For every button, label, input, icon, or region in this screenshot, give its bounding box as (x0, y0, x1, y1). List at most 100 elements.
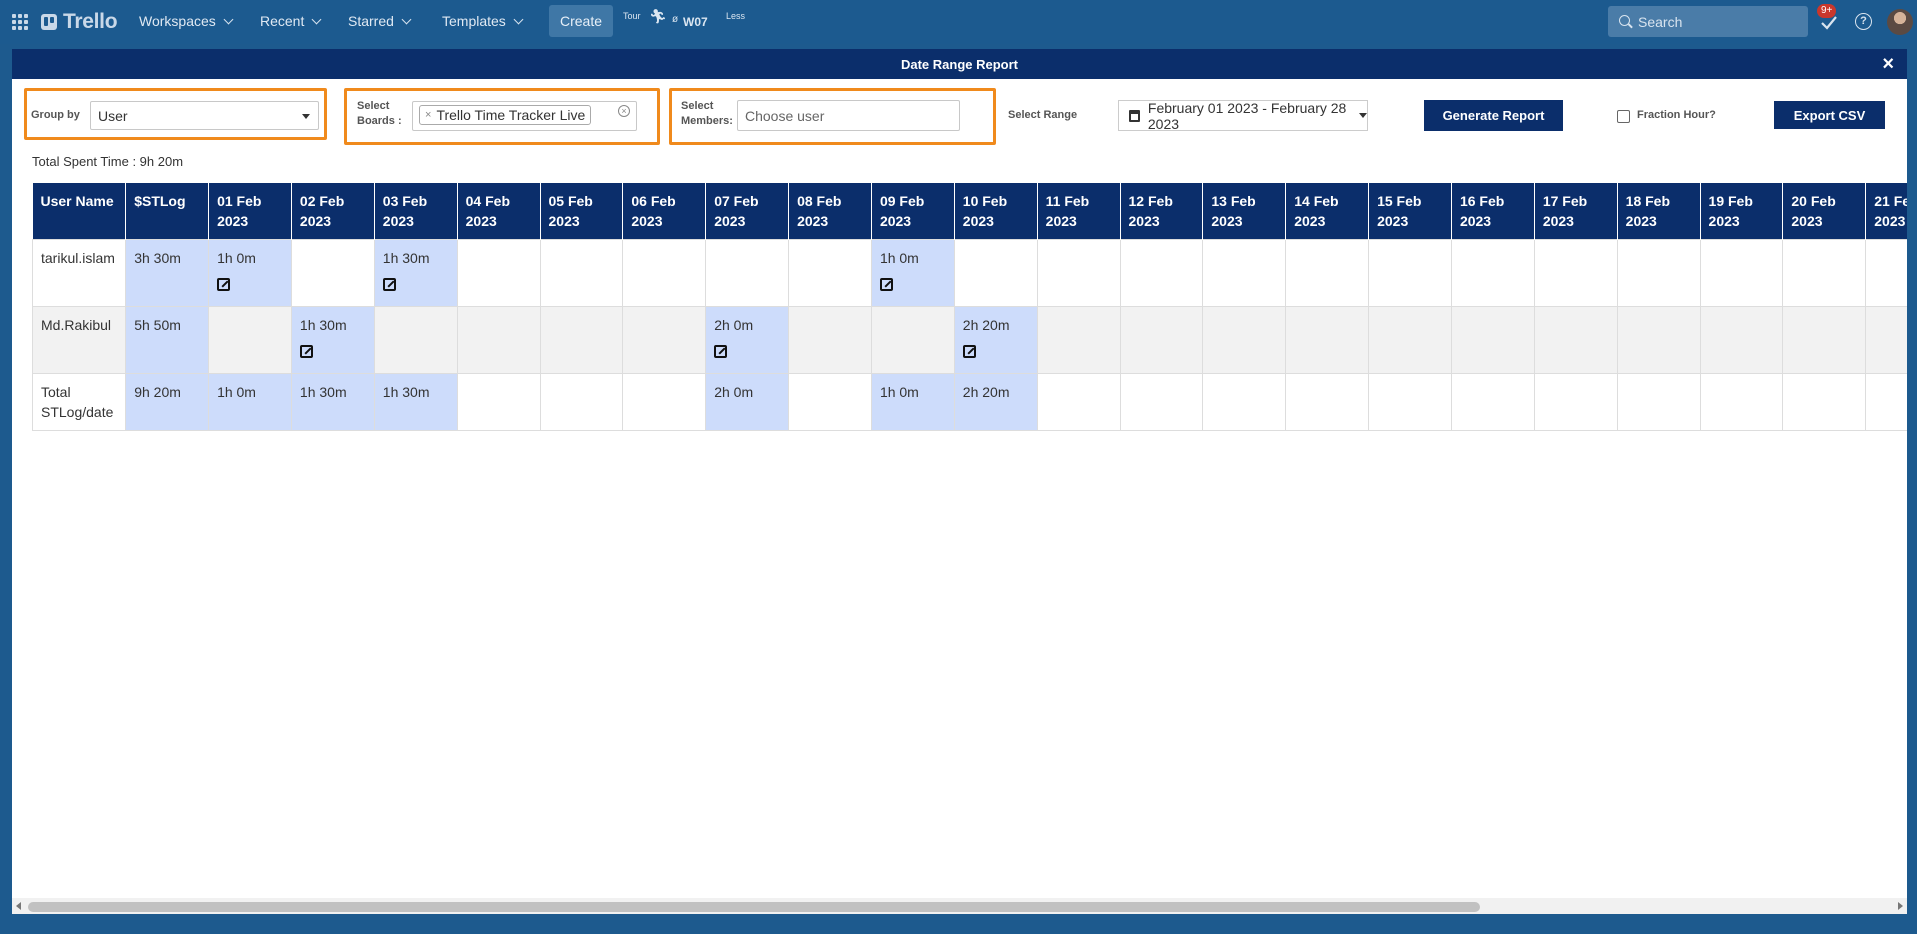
search-icon (1619, 15, 1630, 26)
column-header: 05 Feb 2023 (540, 183, 624, 239)
export-csv-button[interactable]: Export CSV (1774, 101, 1885, 129)
column-header-line2: 2023 (1045, 213, 1077, 229)
column-header-line1: 20 Feb (1791, 193, 1836, 209)
column-header-line2: 2023 (1294, 213, 1326, 229)
time-value: 2h 20m (962, 316, 1010, 333)
column-header: 09 Feb 2023 (871, 183, 955, 239)
edit-icon[interactable] (217, 277, 231, 291)
time-cell (1285, 372, 1370, 431)
column-header: 16 Feb 2023 (1451, 183, 1535, 239)
time-cell: 1h 30m (290, 305, 375, 374)
time-cell (1202, 305, 1287, 374)
date-range-picker[interactable]: February 01 2023 - February 28 2023 (1118, 99, 1368, 132)
column-header-line1: 16 Feb (1459, 193, 1505, 209)
scroll-left-arrow-icon[interactable] (16, 902, 21, 910)
column-header-line2: 2023 (1459, 213, 1492, 229)
time-value: 1h 0m (217, 383, 256, 400)
column-header: $STLog (125, 183, 210, 239)
calendar-icon (1129, 109, 1140, 122)
time-cell (456, 305, 541, 374)
chevron-down-icon (401, 14, 412, 24)
column-header-line1: 04 Feb (465, 193, 510, 209)
time-cell (1782, 238, 1867, 307)
edit-icon[interactable] (962, 344, 976, 358)
time-cell (705, 238, 790, 307)
fraction-hour-checkbox[interactable] (1617, 110, 1630, 123)
column-header-line2: 2023 (1874, 213, 1906, 229)
time-cell (788, 372, 872, 431)
create-button[interactable]: Create (549, 5, 613, 37)
time-cell (539, 238, 624, 307)
time-value: 2h 20m (962, 383, 1010, 400)
column-header: 17 Feb 2023 (1534, 183, 1618, 239)
generate-report-button[interactable]: Generate Report (1424, 100, 1563, 131)
column-header-line1: 09 Feb (879, 193, 925, 209)
members-input[interactable]: Choose user (737, 100, 960, 131)
apps-grid-icon[interactable] (12, 14, 28, 30)
edit-icon[interactable] (879, 277, 893, 291)
time-cell: 1h 30m (373, 238, 458, 307)
edit-icon[interactable] (382, 277, 396, 291)
select-boards-label-line1: Select (357, 100, 390, 112)
help-icon[interactable]: ? (1855, 13, 1872, 30)
nav-starred[interactable]: Starred (348, 13, 412, 29)
time-cell (1202, 238, 1287, 307)
time-value: 2h 0m (714, 383, 754, 400)
select-range-label: Select Range (1008, 109, 1078, 121)
column-header-line1: 08 Feb (797, 193, 842, 209)
clear-icon[interactable]: × (618, 105, 630, 117)
nav-starred-label: Starred (348, 13, 394, 29)
time-cell (1368, 305, 1452, 374)
less-link[interactable]: Less (726, 11, 745, 21)
time-cell: 2h 20m (953, 305, 1038, 374)
search-input[interactable]: Search (1608, 6, 1808, 37)
select-boards-input[interactable]: × Trello Time Tracker Live × (412, 101, 637, 131)
column-header-line1: 14 Feb (1294, 193, 1339, 209)
column-header-line2: 2023 (962, 213, 994, 229)
date-range-report-modal: Date Range Report × Group by User Select… (12, 49, 1907, 914)
column-header-line1: 05 Feb (548, 193, 593, 209)
tour-link[interactable]: Tour (623, 11, 641, 21)
time-cell (208, 305, 292, 374)
user-name-cell: Md.Rakibul (32, 305, 127, 374)
column-header: User Name (32, 183, 127, 239)
chevron-down-icon (223, 14, 234, 24)
column-header-line1: 12 Feb (1128, 193, 1173, 209)
time-cell: 2h 0m (705, 305, 790, 374)
total-row: Total STLog/date 9h 20m 1h 0m 1h 30m 1h 30m 2… (32, 372, 1907, 431)
column-header: 04 Feb 2023 (457, 183, 541, 239)
board-tag-label: Trello Time Tracker Live (436, 107, 586, 123)
close-icon[interactable]: × (1882, 54, 1894, 74)
workspace-code[interactable]: W07 (683, 15, 708, 29)
edit-icon[interactable] (299, 344, 313, 358)
column-header: 07 Feb 2023 (705, 183, 790, 239)
nav-templates[interactable]: Templates (442, 13, 524, 29)
time-cell (788, 238, 872, 307)
column-header-line2: 2023 (1542, 213, 1574, 229)
time-value: 2h 0m (714, 316, 754, 333)
column-header: 19 Feb 2023 (1700, 183, 1784, 239)
nav-recent[interactable]: Recent (260, 13, 322, 29)
column-header-line1: $STLog (134, 193, 186, 209)
tour-person-icon[interactable]: 🏃︎ (649, 8, 667, 25)
tag-remove-icon[interactable]: × (425, 109, 431, 121)
column-header-line1: 18 Feb (1625, 193, 1671, 209)
edit-icon[interactable] (714, 344, 728, 358)
scroll-right-arrow-icon[interactable] (1898, 902, 1903, 910)
stlog-total-cell: 9h 20m (125, 372, 210, 431)
column-header-line1: 15 Feb (1377, 193, 1422, 209)
horizontal-scrollbar[interactable] (12, 898, 1907, 914)
scrollbar-thumb[interactable] (28, 902, 1480, 912)
group-by-label: Group by (31, 109, 80, 121)
column-header-line1: 10 Feb (962, 193, 1008, 209)
time-cell (953, 238, 1038, 307)
trello-logo[interactable]: Trello (41, 10, 118, 33)
date-range-value: February 01 2023 - February 28 2023 (1147, 99, 1347, 132)
nav-workspaces[interactable]: Workspaces (139, 13, 234, 29)
time-cell (1285, 305, 1370, 374)
time-value: 9h 20m (134, 383, 181, 400)
column-header: 10 Feb 2023 (954, 183, 1038, 239)
group-by-select[interactable]: User (90, 101, 319, 130)
time-cell (290, 238, 375, 307)
avatar[interactable] (1887, 9, 1913, 35)
